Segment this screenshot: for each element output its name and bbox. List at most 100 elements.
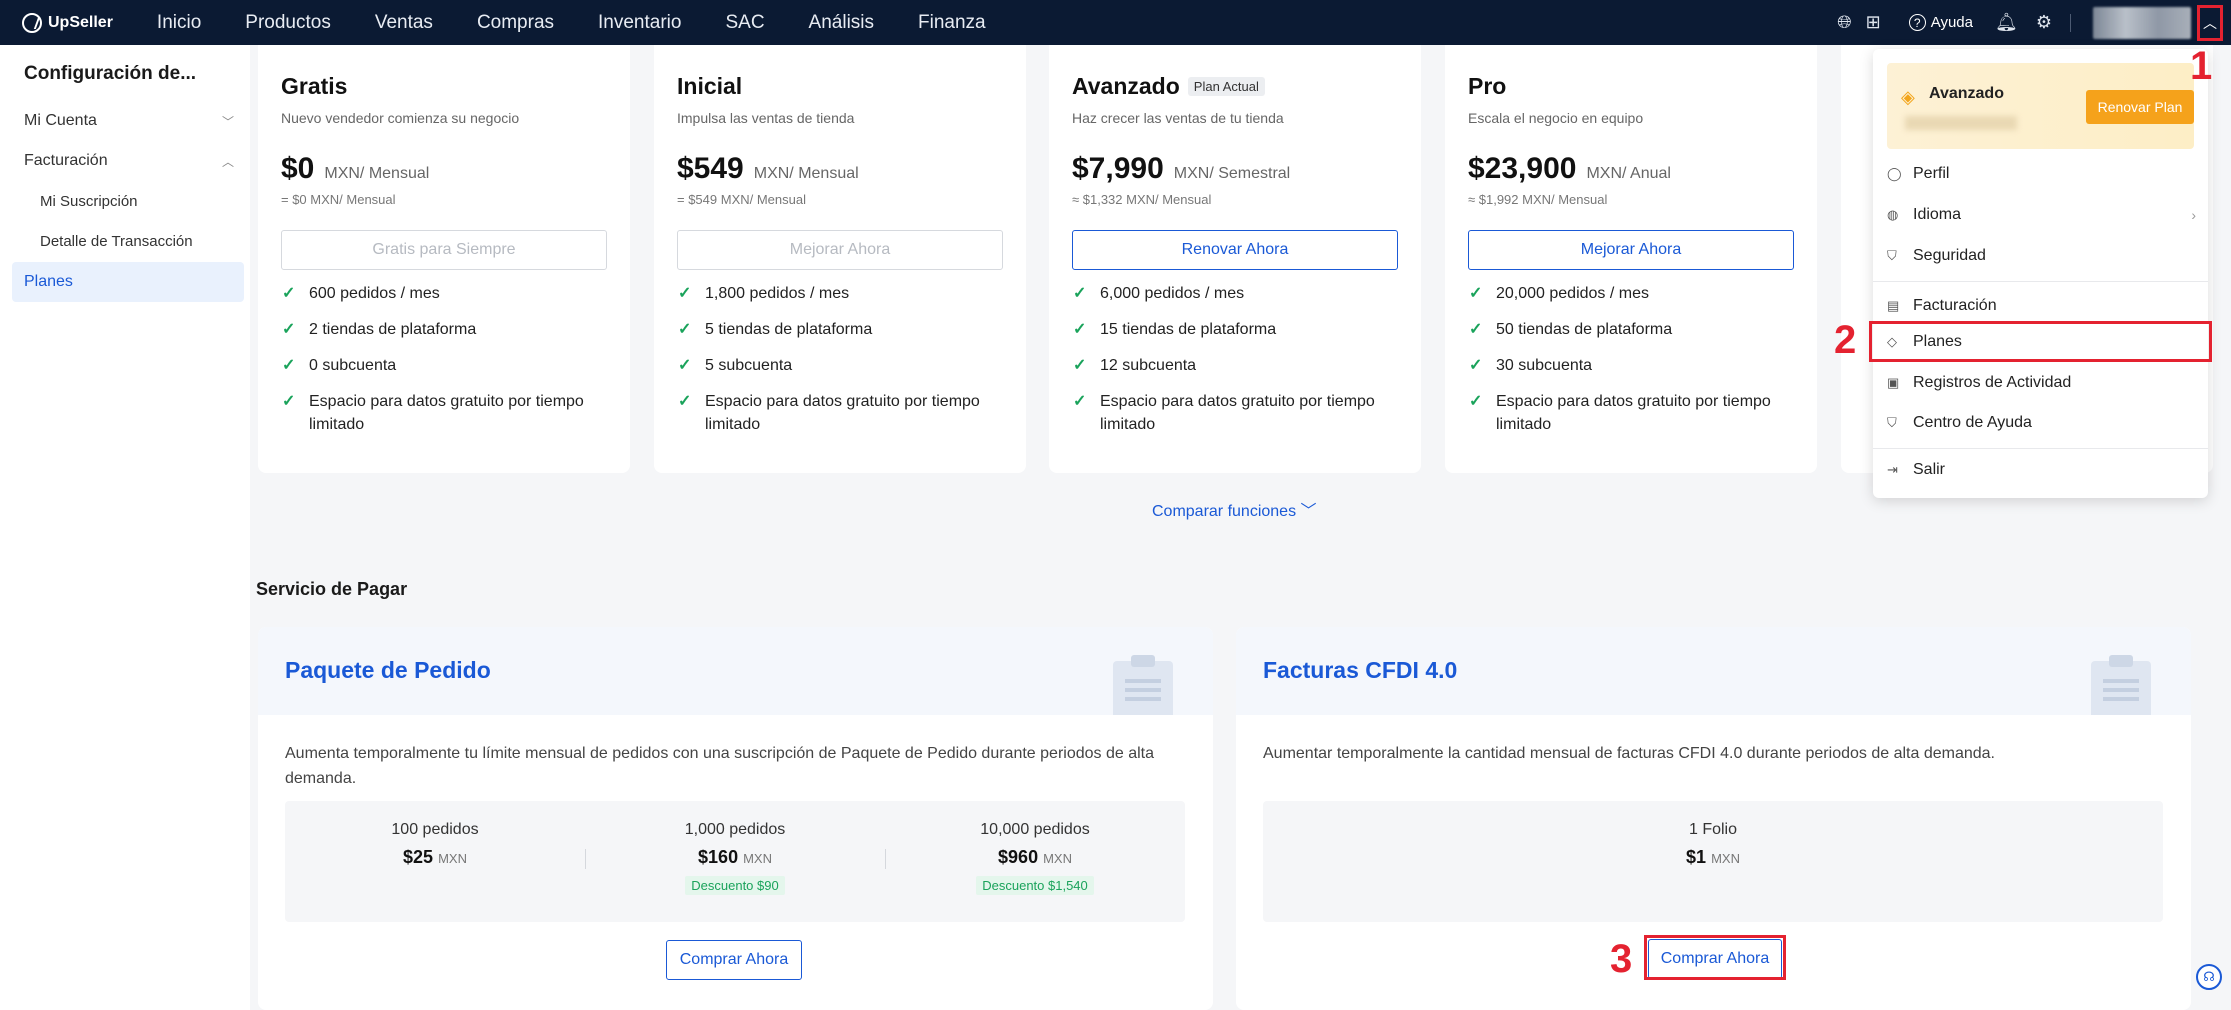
sidebar-title: Configuración de...	[24, 63, 197, 84]
menu-item-label: Salir	[1913, 461, 1946, 478]
gratis-button[interactable]: Gratis para Siempre	[281, 230, 607, 270]
menu-item-registros[interactable]: ▣ Registros de Actividad	[1873, 365, 2208, 401]
tier-qty: 10,000 pedidos	[980, 821, 1090, 838]
compare-features-link[interactable]: Comparar funciones ﹀	[1152, 497, 1317, 521]
plan-equiv: ≈ $1,992 MXN/ Mensual	[1468, 192, 1608, 207]
sidebar-item-detalle-transaccion[interactable]: Detalle de Transacción	[0, 221, 250, 261]
renovar-plan-button[interactable]: Renovar Plan	[2086, 90, 2194, 124]
menu-item-label: Centro de Ayuda	[1913, 414, 2032, 431]
nav-finanza[interactable]: Finanza	[918, 12, 986, 34]
shield-icon: ⛉	[1887, 248, 1897, 263]
plan-price: $0 MXN/ Mensual	[281, 152, 430, 185]
plan-features: 600 pedidos / mes 2 tiendas de plataform…	[281, 282, 607, 436]
plan-card-pro: Pro Escala el negocio en equipo $23,900 M…	[1445, 45, 1817, 473]
plan-desc: Nuevo vendedor comienza su negocio	[281, 110, 520, 126]
menu-item-centro-ayuda[interactable]: ⛉ Centro de Ayuda	[1873, 405, 2208, 441]
menu-divider	[1873, 281, 2208, 282]
help-link[interactable]: ? Ayuda	[1908, 14, 1973, 31]
palette-icon: ◍	[1887, 207, 1899, 222]
menu-item-seguridad[interactable]: ⛉ Seguridad	[1873, 238, 2208, 274]
plan-equiv: = $0 MXN/ Mensual	[281, 192, 396, 207]
feature-item: 5 tiendas de plataforma	[677, 318, 1003, 341]
plan-features: 1,800 pedidos / mes 5 tiendas de platafo…	[677, 282, 1003, 436]
nav-inventario[interactable]: Inventario	[598, 12, 681, 34]
nav-sac[interactable]: SAC	[725, 12, 764, 34]
nav-ventas[interactable]: Ventas	[375, 12, 433, 34]
tier-option[interactable]: 100 pedidos $25 MXN	[285, 801, 585, 922]
sidebar-item-planes[interactable]: Planes	[12, 262, 244, 302]
user-avatar[interactable]	[2093, 6, 2191, 39]
plan-name: Inicial	[677, 73, 743, 99]
upseller-logo-icon	[22, 12, 42, 33]
service-desc: Aumentar temporalmente la cantidad mensu…	[1263, 745, 1995, 762]
plan-price: $7,990 MXN/ Semestral	[1072, 152, 1291, 185]
globe-icon[interactable]: 🌐︎	[1837, 12, 1851, 33]
plan-desc: Impulsa las ventas de tienda	[677, 110, 855, 126]
help-label: Ayuda	[1930, 14, 1973, 31]
tier-qty: 1 Folio	[1688, 821, 1738, 838]
section-title: Servicio de Pagar	[256, 579, 408, 599]
menu-item-perfil[interactable]: ◯ Perfil	[1873, 156, 2208, 192]
sidebar-item-facturacion[interactable]: Facturación ︿	[0, 141, 250, 181]
plan-features: 20,000 pedidos / mes 50 tiendas de plata…	[1468, 282, 1794, 436]
tier-price: $960 MXN	[998, 847, 1072, 867]
nav-analisis[interactable]: Análisis	[809, 12, 874, 34]
tier-option[interactable]: 1,000 pedidos $160 MXN Descuento $90	[585, 801, 885, 922]
diamond-icon: ◈	[1901, 87, 1915, 107]
sidebar-item-label: Facturación	[24, 152, 108, 169]
renovar-ahora-button[interactable]: Renovar Ahora	[1072, 230, 1398, 270]
menu-item-idioma[interactable]: ◍ Idioma ›	[1873, 197, 2208, 233]
annotation-number-1: 1	[2190, 44, 2213, 88]
top-tools: 🌐︎ ⊞ ? Ayuda 🔔︎ ⚙ ︿	[1823, 0, 2231, 45]
menu-item-salir[interactable]: ⇥ Salir	[1873, 452, 2208, 488]
headset-support-icon[interactable]: ☊	[2196, 964, 2222, 990]
feature-item: Espacio para datos gratuito por tiempo l…	[1468, 390, 1794, 436]
help-shield-icon: ⛉	[1887, 415, 1897, 430]
bell-icon[interactable]: 🔔︎	[1995, 12, 2018, 33]
menu-item-facturacion[interactable]: ▤ Facturación	[1873, 288, 2208, 324]
main-nav: Inicio Productos Ventas Compras Inventar…	[157, 12, 1030, 34]
current-plan-name: Avanzado	[1929, 85, 2004, 102]
sidebar-item-mi-suscripcion[interactable]: Mi Suscripción	[0, 181, 250, 221]
chevron-up-icon: ︿	[2203, 14, 2217, 31]
plan-desc: Haz crecer las ventas de tu tienda	[1072, 110, 1284, 126]
account-dropdown-menu: ◈ Avanzado Renovar Plan ◯ Perfil ◍ Idioma ›…	[1873, 49, 2208, 498]
help-circle-icon: ?	[1908, 14, 1926, 31]
plan-price: $549 MXN/ Mensual	[677, 152, 859, 185]
blurred-account-info	[1905, 116, 2017, 130]
app-logo[interactable]: UpSeller	[22, 12, 113, 33]
feature-item: 1,800 pedidos / mes	[677, 282, 1003, 305]
sidebar-item-mi-cuenta[interactable]: Mi Cuenta ﹀	[0, 101, 250, 141]
feature-item: 30 subcuenta	[1468, 354, 1794, 377]
tier-option[interactable]: 1 Folio $1 MXN	[1263, 801, 2163, 922]
service-card-pedido: Paquete de Pedido Aumenta temporalmente …	[258, 627, 1213, 1010]
current-plan-badge: Plan Actual	[1187, 77, 1265, 96]
menu-item-label: Perfil	[1913, 165, 1950, 182]
apps-grid-icon[interactable]: ⊞	[1866, 12, 1881, 33]
clipboard-icon	[2091, 655, 2151, 715]
tier-option[interactable]: 10,000 pedidos $960 MXN Descuento $1,540	[885, 801, 1185, 922]
sidebar-item-label: Mi Cuenta	[24, 112, 97, 129]
settings-sidebar: Configuración de... Mi Cuenta ﹀ Facturac…	[0, 45, 250, 1010]
nav-compras[interactable]: Compras	[477, 12, 554, 34]
feature-item: 50 tiendas de plataforma	[1468, 318, 1794, 341]
nav-productos[interactable]: Productos	[245, 12, 331, 34]
account-menu-toggle[interactable]: ︿	[2197, 4, 2223, 41]
logo-text: UpSeller	[48, 13, 113, 31]
feature-item: 0 subcuenta	[281, 354, 607, 377]
chevron-down-icon: ﹀	[222, 114, 235, 129]
clipboard-icon	[1113, 655, 1173, 715]
service-title: Facturas CFDI 4.0	[1263, 657, 1458, 683]
mejorar-inicial-button[interactable]: Mejorar Ahora	[677, 230, 1003, 270]
comprar-pedido-button[interactable]: Comprar Ahora	[666, 940, 802, 980]
mejorar-pro-button[interactable]: Mejorar Ahora	[1468, 230, 1794, 270]
gear-icon[interactable]: ⚙	[2036, 12, 2052, 33]
chevron-down-icon: ﹀	[1300, 503, 1317, 520]
tier-list: 1 Folio $1 MXN	[1263, 801, 2163, 922]
tier-list: 100 pedidos $25 MXN 1,000 pedidos $160 MXN…	[285, 801, 1185, 922]
plan-name: Avanzado Plan Actual	[1072, 73, 1398, 100]
nav-inicio[interactable]: Inicio	[157, 12, 201, 34]
discount-badge: Descuento $90	[685, 876, 785, 895]
feature-item: 600 pedidos / mes	[281, 282, 607, 305]
plan-card-avanzado: Avanzado Plan Actual Haz crecer las venta…	[1049, 45, 1421, 473]
